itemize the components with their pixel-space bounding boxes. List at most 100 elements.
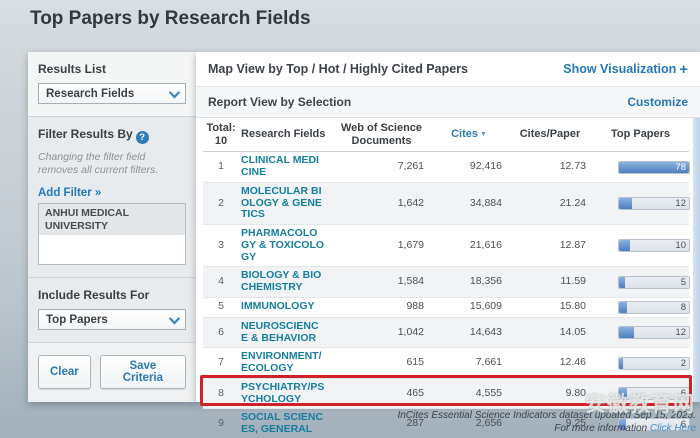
row-rank: 7: [203, 348, 239, 379]
listbox-item-anhui[interactable]: ANHUI MEDICAL UNIVERSITY: [39, 204, 185, 235]
cites-per-paper-value: 12.87: [508, 225, 592, 267]
top-papers-bar: 12: [618, 326, 690, 339]
row-rank: 9: [203, 409, 239, 438]
col-wos-docs-header: Web of Science Documents: [333, 118, 430, 152]
results-list-select[interactable]: Research Fields: [38, 83, 186, 104]
university-listbox[interactable]: ANHUI MEDICAL UNIVERSITY: [38, 203, 186, 265]
row-rank: 3: [203, 225, 239, 267]
include-results-label: Include Results For: [38, 288, 186, 302]
include-results-value: Top Papers: [46, 314, 108, 326]
results-list-label: Results List: [38, 62, 186, 76]
top-papers-value: 8: [681, 302, 686, 314]
results-list-section: Results List Research Fields: [28, 52, 196, 117]
cites-per-paper-value: 14.05: [508, 317, 592, 348]
include-results-section: Include Results For Top Papers: [28, 278, 196, 343]
top-papers-value: 5: [681, 277, 686, 289]
cites-value: 7,661: [430, 348, 508, 379]
report-view-bar: Report View by Selection Customize: [196, 87, 700, 118]
field-link[interactable]: ENVIRONMENT/ECOLOGY: [241, 351, 325, 375]
cites-per-paper-value: 12.46: [508, 348, 592, 379]
cites-value: 18,356: [430, 267, 508, 298]
sort-desc-icon: ▼: [480, 131, 487, 138]
cites-value: 14,643: [430, 317, 508, 348]
table-row: 6NEUROSCIENCE & BEHAVIOR 1,04214,64314.05…: [203, 317, 689, 348]
field-cell: MOLECULAR BIOLOGY & GENETICS: [239, 182, 333, 224]
top-papers-value: 12: [675, 198, 686, 210]
add-filter-link[interactable]: Add Filter »: [38, 187, 101, 199]
field-cell: NEUROSCIENCE & BEHAVIOR: [239, 317, 333, 348]
top-papers-value: 10: [675, 240, 686, 252]
top-papers-bar: 12: [618, 197, 690, 210]
sidebar: Results List Research Fields Filter Resu…: [28, 52, 196, 402]
wos-docs-value: 465: [333, 378, 430, 409]
row-rank: 5: [203, 297, 239, 317]
col-total-header: Total:10: [203, 118, 239, 152]
field-link[interactable]: SOCIAL SCIENCES, GENERAL: [241, 412, 325, 436]
filter-section: Filter Results By? Changing the filter f…: [28, 117, 196, 278]
show-visualization-link[interactable]: Show Visualization+: [563, 61, 688, 78]
include-results-select[interactable]: Top Papers: [38, 309, 186, 330]
cites-per-paper-value: 11.59: [508, 267, 592, 298]
field-link[interactable]: BIOLOGY & BIOCHEMISTRY: [241, 270, 325, 294]
field-cell: IMMUNOLOGY: [239, 297, 333, 317]
save-criteria-button[interactable]: Save Criteria: [100, 355, 186, 389]
table-scrollbar[interactable]: [693, 118, 700, 402]
chevron-down-icon: [169, 90, 180, 102]
top-papers-bar: 8: [618, 301, 690, 314]
field-cell: PSYCHIATRY/PSYCHOLOGY: [239, 378, 333, 409]
sidebar-buttons: Clear Save Criteria: [28, 343, 196, 401]
field-link[interactable]: PSYCHIATRY/PSYCHOLOGY: [241, 382, 325, 406]
field-cell: ENVIRONMENT/ECOLOGY: [239, 348, 333, 379]
cites-per-paper-value: 9.80: [508, 378, 592, 409]
wos-docs-value: 1,679: [333, 225, 430, 267]
col-cites-paper-header: Cites/Paper: [508, 118, 592, 152]
click-here-link[interactable]: Click Here: [650, 423, 696, 434]
top-papers-cell: 8: [592, 297, 689, 317]
row-rank: 4: [203, 267, 239, 298]
field-link[interactable]: PHARMACOLOGY & TOXICOLOGY: [241, 228, 325, 263]
field-link[interactable]: MOLECULAR BIOLOGY & GENETICS: [241, 186, 325, 221]
row-rank: 2: [203, 182, 239, 224]
top-papers-cell: 12: [592, 182, 689, 224]
customize-link[interactable]: Customize: [627, 95, 688, 109]
table-row: 7ENVIRONMENT/ECOLOGY 6157,66112.46 2: [203, 348, 689, 379]
top-papers-value: 2: [681, 358, 686, 370]
table-row: 3PHARMACOLOGY & TOXICOLOGY1,67921,61612.…: [203, 225, 689, 267]
wos-docs-value: 1,042: [333, 317, 430, 348]
plus-icon: +: [679, 61, 688, 78]
top-papers-cell: 10: [592, 225, 689, 267]
results-list-value: Research Fields: [46, 88, 134, 100]
table-row: 4BIOLOGY & BIOCHEMISTRY 1,58418,35611.59 5: [203, 267, 689, 298]
row-rank: 6: [203, 317, 239, 348]
page-title: Top Papers by Research Fields: [30, 8, 311, 30]
watermark: 安徽教育网: [585, 388, 695, 418]
top-papers-bar: 78: [618, 161, 690, 174]
wos-docs-value: 615: [333, 348, 430, 379]
field-cell: PHARMACOLOGY & TOXICOLOGY: [239, 225, 333, 267]
field-link[interactable]: IMMUNOLOGY: [241, 301, 325, 313]
cites-value: 21,616: [430, 225, 508, 267]
filter-by-label: Filter Results By: [38, 127, 133, 141]
top-papers-value: 12: [675, 327, 686, 339]
filter-note: Changing the filter field removes all cu…: [38, 151, 186, 177]
cites-value: 34,884: [430, 182, 508, 224]
wos-docs-value: 988: [333, 297, 430, 317]
table-header-row: Total:10 Research Fields Web of Science …: [203, 118, 689, 152]
field-cell: BIOLOGY & BIOCHEMISTRY: [239, 267, 333, 298]
page: Top Papers by Research Fields Results Li…: [0, 0, 700, 438]
row-rank: 8: [203, 378, 239, 409]
field-link[interactable]: CLINICAL MEDICINE: [241, 155, 325, 179]
field-cell: SOCIAL SCIENCES, GENERAL: [239, 409, 333, 438]
table-row: 2MOLECULAR BIOLOGY & GENETICS1,64234,884…: [203, 182, 689, 224]
top-papers-cell: 12: [592, 317, 689, 348]
help-icon[interactable]: ?: [136, 131, 149, 144]
col-cites-header[interactable]: Cites▼: [430, 118, 508, 152]
top-papers-bar: 10: [618, 239, 690, 252]
field-cell: CLINICAL MEDICINE: [239, 152, 333, 183]
wos-docs-value: 1,584: [333, 267, 430, 298]
cites-per-paper-value: 21.24: [508, 182, 592, 224]
chevron-down-icon: [169, 316, 180, 328]
field-link[interactable]: NEUROSCIENCE & BEHAVIOR: [241, 321, 325, 345]
clear-button[interactable]: Clear: [38, 355, 91, 389]
footer-line2: For more information Click Here: [397, 423, 696, 436]
